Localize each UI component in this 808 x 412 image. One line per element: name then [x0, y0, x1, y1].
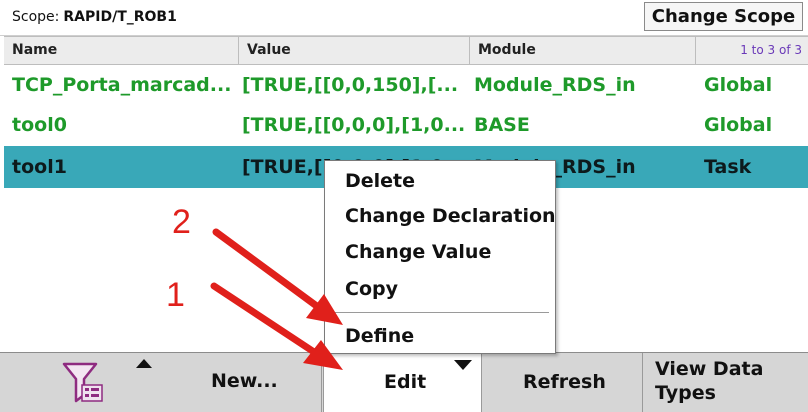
table-row[interactable]: TCP_Porta_marcad... [TRUE,[[0,0,150],[..…: [4, 65, 808, 105]
menu-item-define[interactable]: Define: [345, 325, 414, 347]
cell-scope: Task: [704, 156, 752, 178]
refresh-button[interactable]: Refresh: [483, 353, 643, 412]
cell-value: [TRUE,[[0,0,0],[1,0...: [242, 114, 466, 136]
scope-text: Scope: RAPID/T_ROB1: [12, 9, 177, 25]
column-header-name[interactable]: Name: [4, 37, 239, 64]
annotation-step-2: 2: [172, 203, 191, 241]
edit-button[interactable]: Edit: [323, 353, 482, 412]
bottom-toolbar: New... Edit Refresh View Data Types: [0, 352, 808, 412]
triangle-down-icon: [454, 360, 472, 370]
cell-name: tool0: [12, 114, 67, 136]
menu-separator: [331, 312, 549, 313]
menu-item-change-value[interactable]: Change Value: [345, 241, 491, 263]
cell-scope: Global: [704, 114, 773, 136]
arrow-to-define: [212, 228, 322, 311]
cell-module: BASE: [474, 114, 530, 136]
new-button[interactable]: New...: [0, 353, 322, 412]
cell-scope: Global: [704, 74, 773, 96]
cell-module: Module_RDS_in: [474, 74, 636, 96]
refresh-button-label: Refresh: [523, 371, 606, 393]
column-header-value[interactable]: Value: [239, 37, 470, 64]
cell-value: [TRUE,[[0,0,150],[...: [242, 74, 459, 96]
menu-item-change-declaration[interactable]: Change Declaration: [345, 205, 556, 227]
menu-item-copy[interactable]: Copy: [345, 278, 398, 300]
arrow-to-edit: [210, 282, 318, 356]
menu-item-delete[interactable]: Delete: [345, 170, 415, 192]
column-header-module[interactable]: Module: [470, 37, 696, 64]
cell-name: tool1: [12, 156, 67, 178]
scope-bar: Scope: RAPID/T_ROB1 Change Scope: [0, 0, 808, 36]
pager-count: 1 to 3 of 3: [740, 43, 802, 57]
scope-value: RAPID/T_ROB1: [63, 9, 177, 25]
table-row[interactable]: tool0 [TRUE,[[0,0,0],[1,0... BASE Global: [4, 105, 808, 145]
change-scope-button[interactable]: Change Scope: [644, 2, 803, 31]
filter-funnel-icon[interactable]: [62, 361, 104, 405]
cell-name: TCP_Porta_marcad...: [12, 74, 232, 96]
triangle-up-icon: [136, 359, 152, 368]
edit-button-label: Edit: [384, 371, 427, 393]
view-data-types-button[interactable]: View Data Types: [643, 353, 808, 412]
scope-label: Scope:: [12, 9, 60, 25]
table-header: Name Value Module 1 to 3 of 3: [4, 36, 808, 65]
edit-context-menu: Delete Change Declaration Change Value C…: [324, 160, 556, 354]
view-data-types-label: View Data Types: [655, 358, 764, 404]
new-button-label: New...: [211, 370, 278, 392]
annotation-step-1: 1: [166, 276, 185, 314]
